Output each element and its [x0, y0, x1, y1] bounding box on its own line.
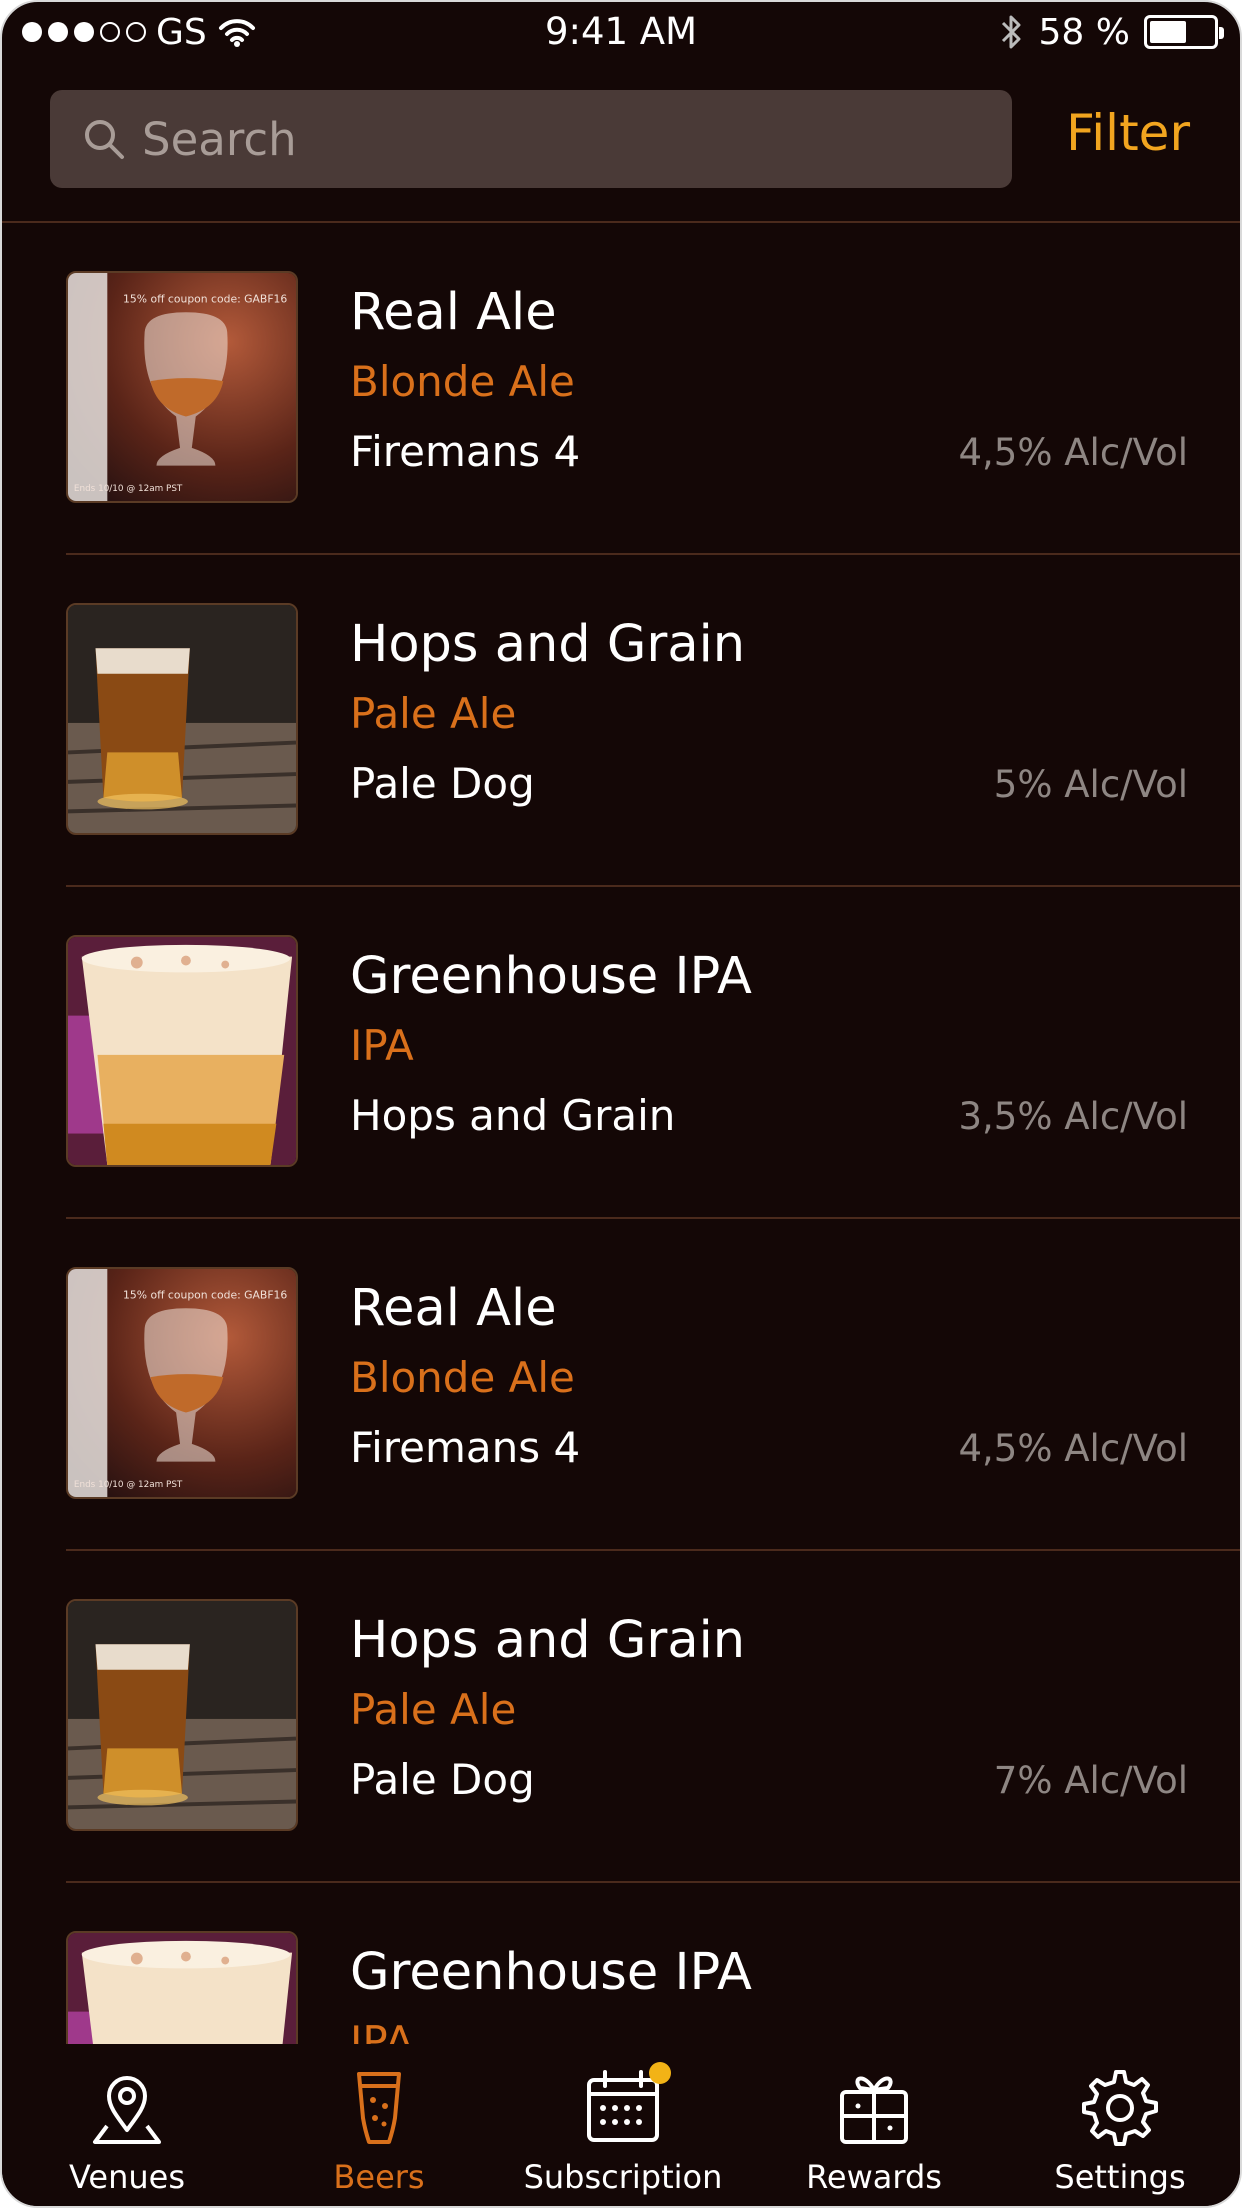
status-right: 58 %: [999, 10, 1224, 54]
beer-name: Greenhouse IPA: [350, 947, 752, 1006]
thumb-ends-text: Ends 10/10 @ 12am PST: [74, 1480, 183, 1490]
tab-bar: Venues Beers Subscription Rewards Settin…: [2, 2044, 1240, 2206]
beer-list-item[interactable]: Hops and Grain Pale Ale Pale Dog 7% Alc/…: [2, 1551, 1240, 1883]
search-icon: [85, 120, 124, 159]
battery-level: [1150, 21, 1186, 43]
beer-brewery: Firemans 4: [350, 1423, 581, 1472]
tab-label: Settings: [1054, 2158, 1186, 2196]
gift-icon: [832, 2066, 916, 2150]
beer-name: Hops and Grain: [350, 1611, 746, 1670]
beer-list-item[interactable]: 15% off coupon code: GABF16 Ends 10/10 @…: [2, 1219, 1240, 1551]
beer-brewery: Pale Dog: [350, 759, 535, 808]
beer-thumbnail: [66, 603, 298, 835]
beer-name: Real Ale: [350, 283, 557, 342]
beer-style: Pale Ale: [350, 689, 517, 738]
beer-list-item[interactable]: Greenhouse IPA IPA Hops and Grain 3,5% A…: [2, 887, 1240, 1219]
map-pin-icon: [85, 2066, 169, 2150]
beer-brewery: Pale Dog: [350, 1755, 535, 1804]
beer-abv: 7% Alc/Vol: [993, 1759, 1188, 1802]
beer-thumbnail: [66, 1931, 298, 2048]
battery-percent: 58 %: [1038, 11, 1130, 53]
tab-settings[interactable]: Settings: [1010, 2044, 1230, 2206]
search-bar[interactable]: [50, 90, 1012, 188]
calendar-icon: [581, 2062, 671, 2150]
tab-venues[interactable]: Venues: [17, 2044, 237, 2206]
beer-brewery: Hops and Grain: [350, 1091, 676, 1140]
beer-list-item[interactable]: Greenhouse IPA IPA: [2, 1883, 1240, 2048]
tab-rewards[interactable]: Rewards: [764, 2044, 984, 2206]
beer-abv: 5% Alc/Vol: [993, 763, 1188, 806]
beer-name: Real Ale: [350, 1279, 557, 1338]
tasting-glass-image: 15% off coupon code: GABF16 Ends 10/10 @…: [68, 273, 296, 501]
beer-name: Hops and Grain: [350, 615, 746, 674]
bluetooth-icon: [1001, 15, 1021, 49]
beer-list-item[interactable]: 15% off coupon code: GABF16 Ends 10/10 @…: [2, 223, 1240, 555]
pint-glass-image: [68, 605, 296, 833]
tab-label: Venues: [68, 2158, 185, 2196]
beer-style: Blonde Ale: [350, 357, 575, 406]
thumb-coupon-text: 15% off coupon code: GABF16: [123, 1288, 287, 1301]
status-bar: GS 9:41 AM 58 %: [2, 2, 1240, 64]
beer-list[interactable]: 15% off coupon code: GABF16 Ends 10/10 @…: [2, 223, 1240, 2048]
thumb-coupon-text: 15% off coupon code: GABF16: [123, 292, 287, 305]
beer-name: Greenhouse IPA: [350, 1943, 752, 2002]
beer-style: Blonde Ale: [350, 1353, 575, 1402]
beer-brewery: Firemans 4: [350, 427, 581, 476]
beer-abv: 4,5% Alc/Vol: [958, 1427, 1188, 1470]
beer-thumbnail: [66, 1599, 298, 1831]
phone-screen: GS 9:41 AM 58 % Filter: [0, 0, 1242, 2208]
beer-glass-icon: [337, 2066, 421, 2150]
tab-subscription[interactable]: Subscription: [513, 2044, 733, 2206]
tab-label: Subscription: [523, 2158, 723, 2196]
filter-button[interactable]: Filter: [1066, 104, 1190, 162]
beer-style: IPA: [350, 1021, 414, 1070]
notification-dot: [649, 2062, 671, 2084]
beer-style: Pale Ale: [350, 1685, 517, 1734]
battery-icon: [1144, 15, 1224, 49]
thumb-ends-text: Ends 10/10 @ 12am PST: [74, 484, 183, 494]
tasting-glass-image: 15% off coupon code: GABF16 Ends 10/10 @…: [68, 1269, 296, 1497]
beer-list-item[interactable]: Hops and Grain Pale Ale Pale Dog 5% Alc/…: [2, 555, 1240, 887]
beer-thumbnail: 15% off coupon code: GABF16 Ends 10/10 @…: [66, 1267, 298, 1499]
foamy-glass-image: [68, 937, 296, 1165]
search-input[interactable]: [142, 99, 1012, 179]
beer-thumbnail: 15% off coupon code: GABF16 Ends 10/10 @…: [66, 271, 298, 503]
tab-beers[interactable]: Beers: [269, 2044, 489, 2206]
beer-abv: 3,5% Alc/Vol: [958, 1095, 1188, 1138]
tab-label: Rewards: [806, 2158, 942, 2196]
beer-thumbnail: [66, 935, 298, 1167]
foamy-glass-image: [68, 1933, 296, 2048]
pint-glass-image: [68, 1601, 296, 1829]
beer-abv: 4,5% Alc/Vol: [958, 431, 1188, 474]
tab-label: Beers: [333, 2158, 425, 2196]
gear-icon: [1078, 2066, 1162, 2150]
